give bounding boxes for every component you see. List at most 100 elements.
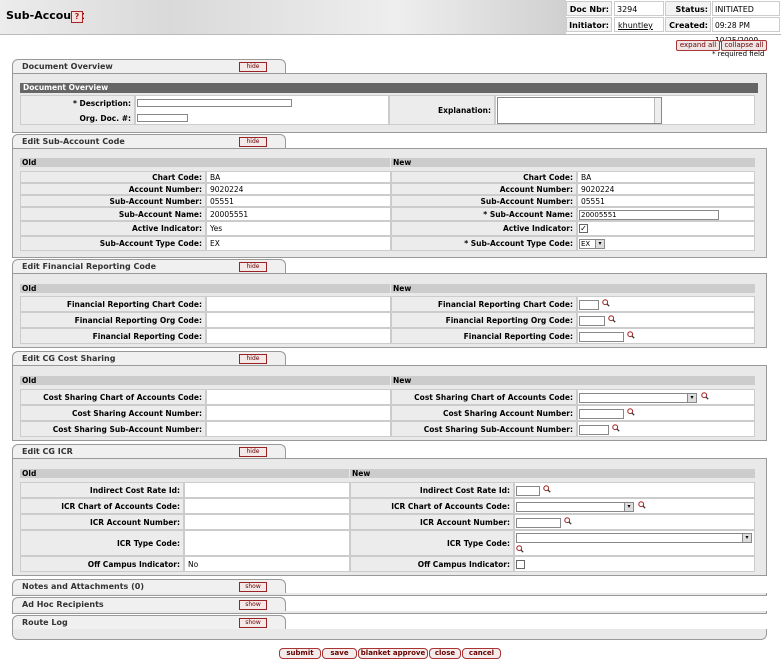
- description-value-cell: [135, 95, 389, 125]
- cs-sub-account-input[interactable]: [579, 425, 609, 435]
- icr-id-old: [184, 482, 350, 498]
- sub-account-type-select[interactable]: EX ▾: [579, 239, 605, 249]
- new-column-header: New: [391, 284, 755, 293]
- tab-label: Ad Hoc Recipients: [22, 600, 104, 609]
- chevron-down-icon: ▾: [687, 394, 696, 402]
- fin-code-old: [206, 328, 391, 344]
- icr-id-input[interactable]: [516, 486, 540, 496]
- lookup-icon[interactable]: [638, 501, 646, 509]
- lookup-icon[interactable]: [701, 392, 709, 400]
- icr-id-new-label: Indirect Cost Rate Id:: [350, 482, 514, 498]
- cs-sub-account-label: Cost Sharing Sub-Account Number:: [20, 421, 206, 437]
- cs-chart-new-label: Cost Sharing Chart of Accounts Code:: [391, 389, 577, 405]
- lookup-icon[interactable]: [627, 331, 635, 339]
- show-button[interactable]: show: [239, 582, 267, 592]
- off-campus-cell: [514, 556, 755, 572]
- initiator-link[interactable]: khuntley: [614, 17, 664, 32]
- icr-chart-label: ICR Chart of Accounts Code:: [20, 498, 184, 514]
- icr-account-old: [184, 514, 350, 530]
- fin-code-cell: [577, 328, 755, 344]
- save-button[interactable]: save: [322, 648, 357, 659]
- sub-account-type-new-label: * Sub-Account Type Code:: [391, 236, 577, 251]
- icr-id-cell: [514, 482, 755, 498]
- lookup-icon[interactable]: [602, 299, 610, 307]
- fin-chart-input[interactable]: [579, 300, 599, 310]
- adhoc-collapsed-body: [12, 611, 767, 614]
- cs-account-input[interactable]: [579, 409, 624, 419]
- org-doc-input[interactable]: [137, 114, 188, 122]
- cs-account-label: Cost Sharing Account Number:: [20, 405, 206, 421]
- sub-account-name-label: Sub-Account Name:: [20, 207, 206, 221]
- icr-id-label: Indirect Cost Rate Id:: [20, 482, 184, 498]
- fin-chart-new-label: Financial Reporting Chart Code:: [391, 296, 577, 312]
- fin-chart-label: Financial Reporting Chart Code:: [20, 296, 206, 312]
- icr-chart-new-label: ICR Chart of Accounts Code:: [350, 498, 514, 514]
- new-column-header: New: [391, 158, 755, 167]
- lookup-icon[interactable]: [516, 545, 524, 553]
- status-value: INITIATED: [712, 1, 780, 16]
- fin-org-new-label: Financial Reporting Org Code:: [391, 312, 577, 328]
- icr-type-select[interactable]: ▾: [516, 533, 752, 543]
- lookup-icon[interactable]: [543, 485, 551, 493]
- fin-chart-old: [206, 296, 391, 312]
- sub-account-type-label: Sub-Account Type Code:: [20, 236, 206, 251]
- active-indicator-cell: ✓: [577, 221, 755, 236]
- show-button[interactable]: show: [239, 600, 267, 610]
- chevron-down-icon: ▾: [624, 503, 633, 511]
- tab-edit-icr: Edit CG ICR hide: [12, 444, 286, 459]
- lookup-icon[interactable]: [564, 517, 572, 525]
- active-indicator-label: Active Indicator:: [20, 221, 206, 236]
- chart-code-new-label: Chart Code:: [391, 171, 577, 183]
- chevron-down-icon: ▾: [742, 534, 751, 542]
- hide-button[interactable]: hide: [239, 262, 267, 272]
- initiator-label: Initiator:: [566, 17, 612, 32]
- off-campus-checkbox[interactable]: [516, 560, 525, 569]
- tab-edit-financial-reporting: Edit Financial Reporting Code hide: [12, 259, 286, 274]
- tab-label: Notes and Attachments (0): [22, 582, 144, 591]
- icr-chart-select[interactable]: ▾: [516, 502, 634, 512]
- close-button[interactable]: close: [429, 648, 461, 659]
- lookup-icon[interactable]: [627, 408, 635, 416]
- edit-sub-account-section: Old New Chart Code: BA Chart Code: BA Ac…: [12, 148, 767, 258]
- edit-cost-sharing-section: Old New Cost Sharing Chart of Accounts C…: [12, 365, 767, 441]
- scrollbar[interactable]: [654, 98, 661, 123]
- cs-account-old: [206, 405, 391, 421]
- off-campus-label: Off Campus Indicator:: [20, 556, 184, 572]
- cs-sub-account-cell: [577, 421, 755, 437]
- cs-chart-cell: ▾: [577, 389, 755, 405]
- icr-account-label: ICR Account Number:: [20, 514, 184, 530]
- created-label: Created:: [665, 17, 711, 32]
- hide-button[interactable]: hide: [239, 447, 267, 457]
- blanket-approve-button[interactable]: blanket approve: [358, 648, 428, 659]
- icr-chart-cell: ▾: [514, 498, 755, 514]
- icr-account-input[interactable]: [516, 518, 561, 528]
- account-number-old: 9020224: [206, 183, 391, 195]
- new-column-header: New: [391, 376, 755, 385]
- icr-type-label: ICR Type Code:: [20, 530, 184, 556]
- submit-button[interactable]: submit: [279, 648, 321, 659]
- old-column-header: Old: [20, 376, 390, 385]
- section-header: Document Overview: [20, 83, 758, 93]
- hide-button[interactable]: hide: [239, 62, 267, 72]
- fin-org-input[interactable]: [579, 316, 605, 326]
- hide-button[interactable]: hide: [239, 137, 267, 147]
- cs-chart-select[interactable]: ▾: [579, 393, 697, 403]
- show-button[interactable]: show: [239, 618, 267, 628]
- tab-label: Route Log: [22, 618, 68, 627]
- old-column-header: Old: [20, 158, 390, 167]
- tab-label: Edit CG Cost Sharing: [22, 354, 116, 363]
- cancel-button[interactable]: cancel: [462, 648, 501, 659]
- lookup-icon[interactable]: [612, 424, 620, 432]
- sub-account-number-new-label: Sub-Account Number:: [391, 195, 577, 207]
- sub-account-name-input[interactable]: 20005551: [579, 210, 719, 220]
- tab-edit-cost-sharing: Edit CG Cost Sharing hide: [12, 351, 286, 366]
- help-icon[interactable]: ?: [71, 11, 83, 23]
- chevron-down-icon: ▾: [595, 240, 604, 248]
- fin-code-input[interactable]: [579, 332, 624, 342]
- hide-button[interactable]: hide: [239, 354, 267, 364]
- description-input[interactable]: [137, 99, 292, 107]
- active-indicator-checkbox[interactable]: ✓: [579, 224, 588, 233]
- lookup-icon[interactable]: [608, 315, 616, 323]
- chart-code-new: BA: [577, 171, 755, 183]
- explanation-textarea[interactable]: [497, 97, 662, 124]
